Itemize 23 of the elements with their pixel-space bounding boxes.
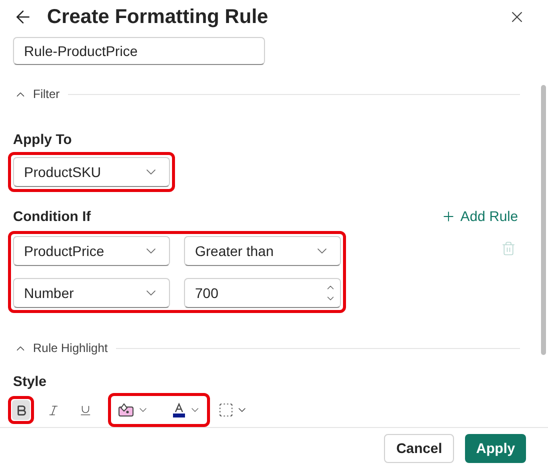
plus-icon [441, 209, 456, 224]
add-rule-link[interactable]: Add Rule [441, 206, 518, 227]
dropdown[interactable]: ProductPrice [13, 236, 170, 266]
rule-name-field[interactable]: Rule-ProductPrice [13, 37, 265, 65]
dialog-title: Create Formatting Rule [47, 5, 270, 30]
section-toggle[interactable]: Rule Highlight [14, 339, 108, 357]
border-picker-button[interactable] [218, 402, 248, 418]
section-toggle[interactable]: Filter [14, 85, 60, 103]
dropdown[interactable]: ProductSKU [13, 157, 170, 187]
number-field[interactable]: 700 [184, 278, 341, 308]
cancel-button[interactable]: Cancel [384, 434, 454, 462]
field-label: Style [13, 372, 48, 391]
dashed-square-icon [218, 402, 234, 418]
dropdown[interactable]: Greater than [184, 236, 341, 266]
bold-icon [14, 404, 28, 416]
apply-button[interactable]: Apply [465, 434, 526, 462]
italic-icon [46, 404, 60, 416]
dropdown[interactable]: Number [13, 278, 170, 308]
field-label: Apply To [13, 130, 73, 149]
field-label: Condition If [13, 207, 91, 226]
underline-icon [78, 404, 92, 416]
scrollbar-thumb[interactable] [541, 85, 546, 355]
bold-button[interactable] [12, 400, 30, 420]
